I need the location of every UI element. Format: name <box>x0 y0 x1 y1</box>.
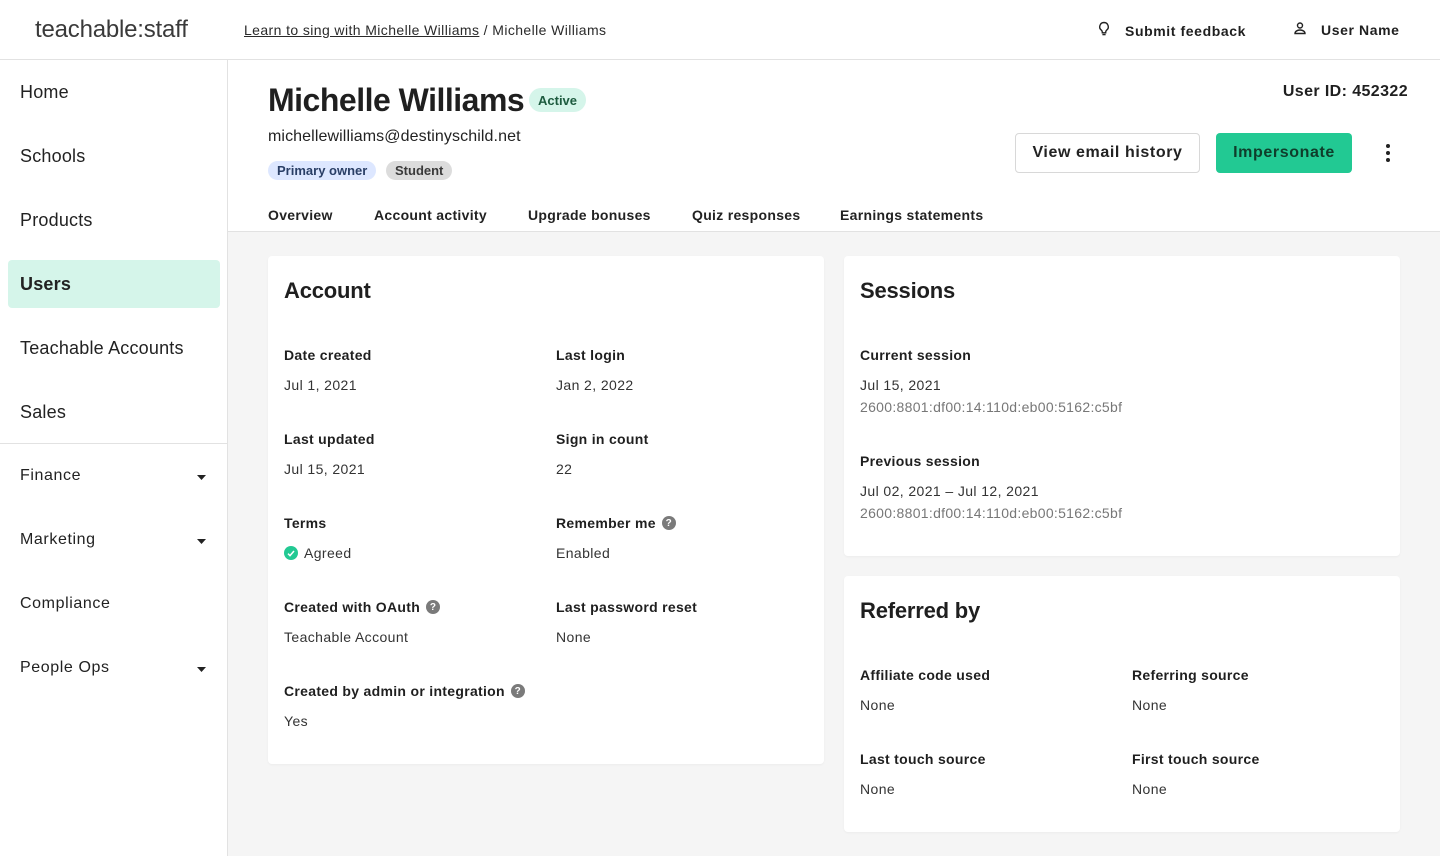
previous-session-date: Jul 02, 2021 – Jul 12, 2021 <box>860 483 1039 499</box>
referred-by-card: Referred by Affiliate code used None Ref… <box>844 576 1400 832</box>
admin-created-value: Yes <box>284 713 309 729</box>
user-menu-button[interactable]: User Name <box>1293 21 1400 38</box>
terms-value-text: Agreed <box>304 545 352 561</box>
affiliate-code-value: None <box>860 697 896 713</box>
account-card: Account Date created Jul 1, 2021 Last lo… <box>268 256 824 764</box>
account-card-title: Account <box>284 278 371 303</box>
sidebar-item-label: Teachable Accounts <box>20 337 184 358</box>
remember-me-label: Remember me ? <box>556 515 676 531</box>
tab-earnings-statements[interactable]: Earnings statements <box>840 207 983 233</box>
sidebar-section-marketing[interactable]: Marketing <box>8 520 220 560</box>
sidebar-item-label: Sales <box>20 401 67 422</box>
check-circle-icon <box>284 546 298 560</box>
oauth-value: Teachable Account <box>284 629 409 645</box>
terms-label: Terms <box>284 515 327 531</box>
sidebar-item-sales[interactable]: Sales <box>8 388 220 436</box>
referring-source-label: Referring source <box>1132 667 1249 683</box>
tab-quiz-responses[interactable]: Quiz responses <box>692 207 800 233</box>
user-menu-label: User Name <box>1321 21 1400 38</box>
sidebar-section-label: Compliance <box>20 595 111 612</box>
role-badge-student: Student <box>386 161 453 180</box>
caret-down-icon <box>197 467 206 485</box>
tab-overview[interactable]: Overview <box>268 207 333 233</box>
submit-feedback-label: Submit feedback <box>1125 22 1247 39</box>
remember-me-value: Enabled <box>556 545 611 561</box>
user-id: User ID: 452322 <box>1282 83 1408 100</box>
sidebar-item-products[interactable]: Products <box>8 196 220 244</box>
date-created-value: Jul 1, 2021 <box>284 377 357 393</box>
help-icon[interactable]: ? <box>426 600 441 614</box>
sidebar-section-finance[interactable]: Finance <box>8 456 220 496</box>
view-email-history-button[interactable]: View email history <box>1015 133 1200 173</box>
caret-down-icon <box>197 659 206 677</box>
page-title: Michelle Williams <box>268 82 525 118</box>
sidebar-item-users[interactable]: Users <box>8 260 220 308</box>
sidebar-section-compliance[interactable]: Compliance <box>8 584 220 624</box>
status-badge: Active <box>529 88 587 112</box>
user-email: michellewilliams@destinyschild.net <box>268 128 521 145</box>
sidebar-section-label: People Ops <box>20 659 110 676</box>
previous-session-label: Previous session <box>860 453 980 469</box>
oauth-label-text: Created with OAuth <box>284 599 421 615</box>
password-reset-value: None <box>556 629 592 645</box>
impersonate-button[interactable]: Impersonate <box>1216 133 1352 173</box>
sidebar: Home Schools Products Users Teachable Ac… <box>0 60 228 856</box>
role-badge-primary-owner: Primary owner <box>268 161 377 180</box>
app-logo[interactable]: teachable:staff <box>35 16 188 44</box>
user-header: Michelle Williams Active michellewilliam… <box>228 60 1440 235</box>
sidebar-section-label: Finance <box>20 467 82 484</box>
last-login-value: Jan 2, 2022 <box>556 377 634 393</box>
admin-created-label-text: Created by admin or integration <box>284 683 505 699</box>
help-icon[interactable]: ? <box>510 684 525 698</box>
affiliate-code-label: Affiliate code used <box>860 667 991 683</box>
breadcrumb-link-course[interactable]: Learn to sing with Michelle Williams <box>244 22 479 38</box>
tab-account-activity[interactable]: Account activity <box>374 207 487 235</box>
sessions-card: Sessions Current session Jul 15, 2021 26… <box>844 256 1400 556</box>
current-session-date: Jul 15, 2021 <box>860 377 942 393</box>
first-touch-label: First touch source <box>1132 751 1260 767</box>
last-updated-value: Jul 15, 2021 <box>284 461 366 477</box>
breadcrumb-separator: / <box>483 22 488 38</box>
sidebar-divider <box>0 443 227 444</box>
admin-created-label: Created by admin or integration ? <box>284 683 525 699</box>
main-content: Account Date created Jul 1, 2021 Last lo… <box>228 232 1440 856</box>
referred-by-card-title: Referred by <box>860 598 981 623</box>
top-bar: teachable:staff Learn to sing with Miche… <box>0 0 1440 60</box>
sidebar-section-people-ops[interactable]: People Ops <box>8 648 220 688</box>
sidebar-item-label: Home <box>20 81 69 102</box>
user-icon <box>1293 21 1307 38</box>
breadcrumb-current: Michelle Williams <box>492 22 607 38</box>
sidebar-item-teachable-accounts[interactable]: Teachable Accounts <box>8 324 220 372</box>
previous-session-ip: 2600:8801:df00:14:110d:eb00:5162:c5bf <box>860 505 1123 521</box>
caret-down-icon <box>197 531 206 549</box>
sign-in-count-label: Sign in count <box>556 431 649 447</box>
sessions-card-title: Sessions <box>860 278 956 303</box>
help-icon[interactable]: ? <box>661 516 676 530</box>
breadcrumb: Learn to sing with Michelle Williams / M… <box>244 22 606 38</box>
referring-source-value: None <box>1132 697 1168 713</box>
current-session-ip: 2600:8801:df00:14:110d:eb00:5162:c5bf <box>860 399 1123 415</box>
date-created-label: Date created <box>284 347 372 363</box>
first-touch-value: None <box>1132 781 1168 797</box>
sign-in-count-value: 22 <box>556 461 573 477</box>
sidebar-item-label: Users <box>20 273 72 294</box>
sidebar-item-home[interactable]: Home <box>8 68 220 116</box>
password-reset-label: Last password reset <box>556 599 698 615</box>
sidebar-item-label: Products <box>20 209 93 230</box>
last-updated-label: Last updated <box>284 431 375 447</box>
more-options-icon[interactable] <box>1376 141 1400 165</box>
last-login-label: Last login <box>556 347 626 363</box>
lightbulb-icon <box>1097 21 1111 40</box>
oauth-label: Created with OAuth ? <box>284 599 441 615</box>
last-touch-label: Last touch source <box>860 751 986 767</box>
current-session-label: Current session <box>860 347 972 363</box>
terms-value: Agreed <box>284 545 352 561</box>
tab-upgrade-bonuses[interactable]: Upgrade bonuses <box>528 207 651 233</box>
sidebar-section-label: Marketing <box>20 531 96 548</box>
last-touch-value: None <box>860 781 896 797</box>
sidebar-item-schools[interactable]: Schools <box>8 132 220 180</box>
remember-me-label-text: Remember me <box>556 515 656 531</box>
submit-feedback-button[interactable]: Submit feedback <box>1097 21 1246 40</box>
sidebar-item-label: Schools <box>20 145 86 166</box>
